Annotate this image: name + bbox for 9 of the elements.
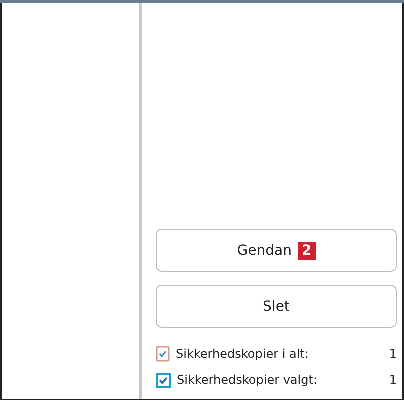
step-badge: 2: [298, 242, 316, 260]
summary-label: Sikkerhedskopier i alt:: [176, 347, 310, 361]
checkbox[interactable]: [156, 372, 171, 388]
action-button[interactable]: Slet: [156, 285, 397, 328]
summary-value: 1: [389, 373, 397, 387]
action-button[interactable]: Gendan 2: [156, 229, 397, 272]
summary-value: 1: [389, 347, 397, 361]
checklist-icon: [156, 346, 170, 362]
summary-label: Sikkerhedskopier valgt:: [177, 373, 318, 387]
